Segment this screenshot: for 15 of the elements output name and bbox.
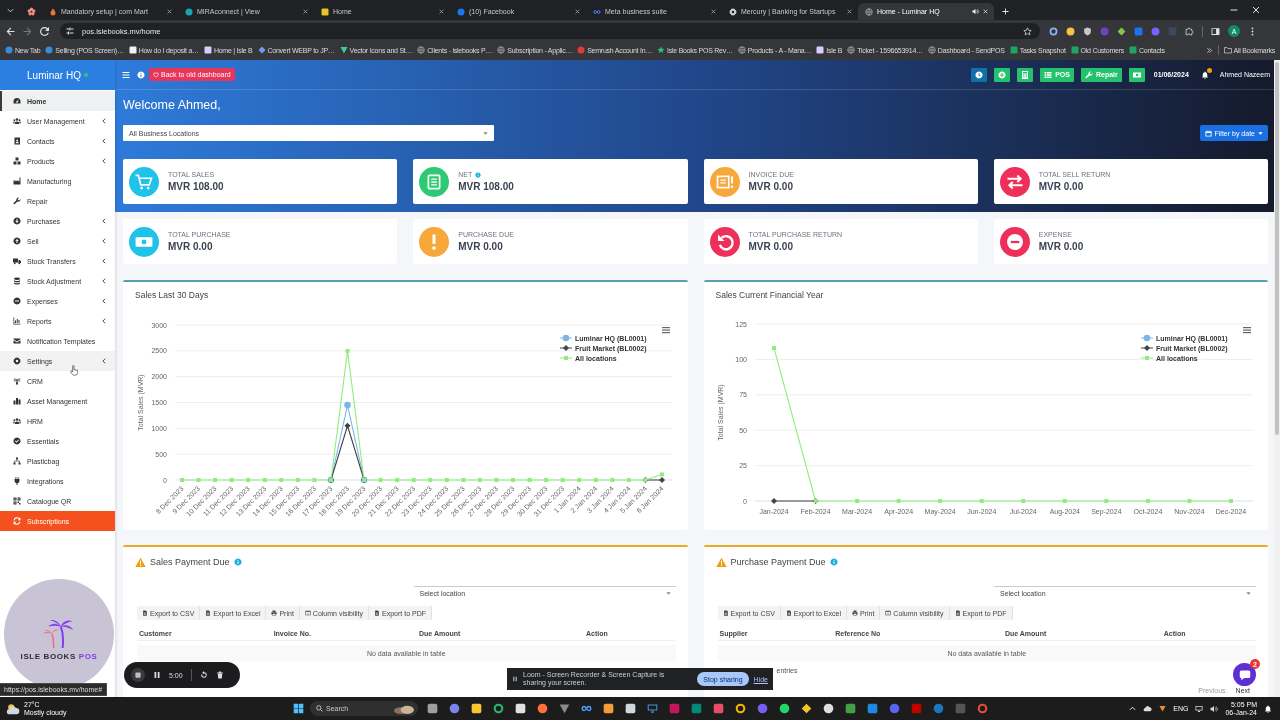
stat-value: MVR 0.00: [748, 241, 794, 252]
panel-title: Sales Payment Due: [150, 557, 230, 567]
stat-value: MVR 108.00: [458, 181, 514, 192]
stat-value: MVR 0.00: [1038, 241, 1084, 252]
stat-value: MVR 0.00: [458, 241, 504, 252]
stat-value: MVR 0.00: [1038, 181, 1085, 192]
brand-name: Luminar HQ: [27, 69, 81, 81]
stat-value: MVR 0.00: [168, 241, 214, 252]
stat-value: MVR 108.00: [168, 181, 224, 192]
stat-value: MVR 0.00: [748, 181, 794, 192]
panel-title: Purchase Payment Due: [730, 557, 826, 567]
chart-title: Sales Last 30 Days: [135, 290, 209, 300]
welcome-heading: Welcome Ahmed,: [123, 98, 221, 112]
chart-title: Sales Current Financial Year: [715, 290, 824, 300]
logo-text: ISLE BOOKS POS: [20, 651, 98, 661]
